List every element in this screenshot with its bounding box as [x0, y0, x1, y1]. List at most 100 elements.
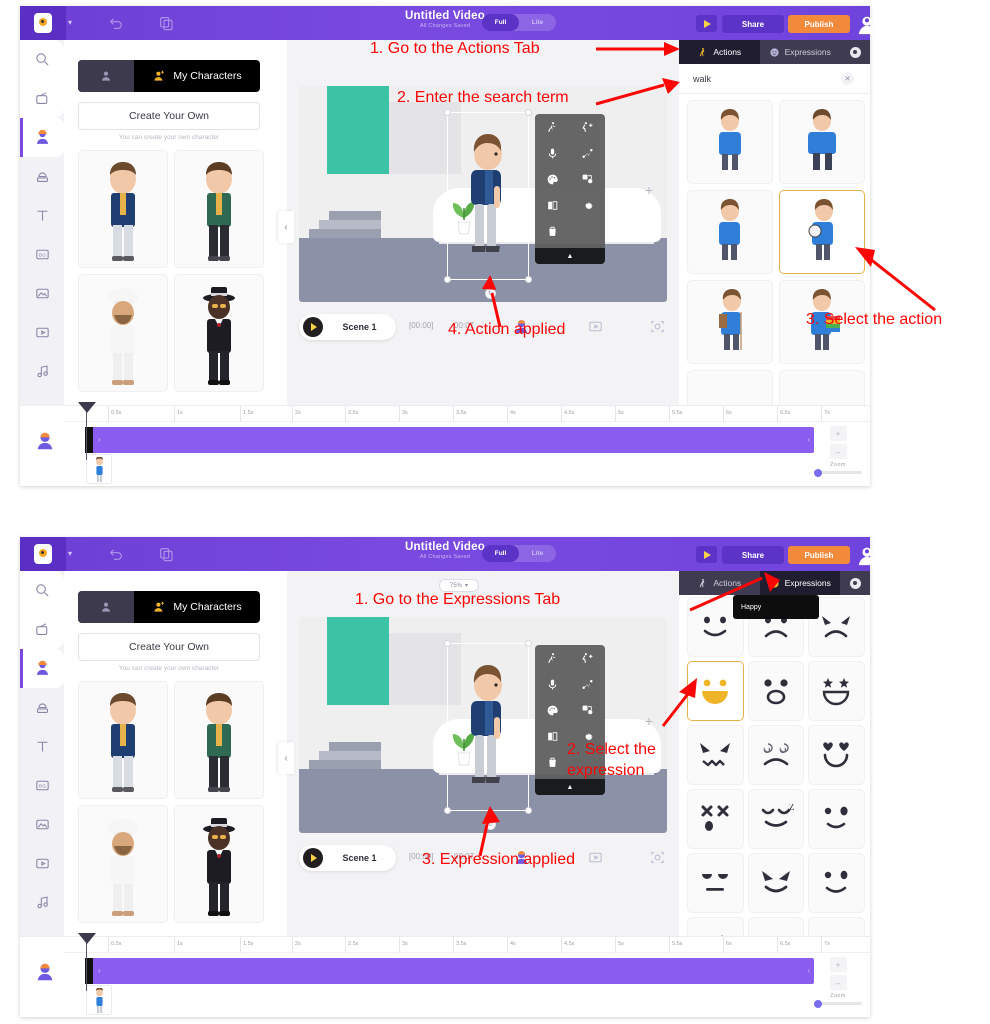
selection-box[interactable]	[444, 109, 532, 283]
sidebar-item-background[interactable]: BG	[20, 235, 64, 274]
duplicate-icon[interactable]	[158, 546, 174, 562]
expression-card-content[interactable]	[808, 853, 865, 913]
sidebar-item-search[interactable]	[20, 571, 64, 610]
publish-button[interactable]: Publish	[788, 15, 850, 33]
color-icon[interactable]	[535, 697, 570, 723]
playhead[interactable]	[74, 402, 100, 460]
zoom-out-button[interactable]: –	[829, 444, 847, 459]
search-input[interactable]: walk	[693, 74, 711, 84]
scene-play-button[interactable]	[303, 848, 323, 868]
timeline-ruler-2[interactable]: 0.5s 1s 1.5s 2s 2.5s 3s 3.5s 4s 4.5s 5s …	[64, 937, 870, 953]
action-search-row[interactable]: walk ✕	[679, 64, 870, 94]
character-card-chef[interactable]	[78, 274, 168, 392]
scene-canvas[interactable]: + ↻ ▲	[299, 86, 667, 302]
undo-icon[interactable]	[108, 15, 124, 31]
sidebar-item-video[interactable]	[20, 844, 64, 883]
resize-handle-tl[interactable]	[444, 109, 451, 116]
chevron-down-icon[interactable]: ▾	[68, 18, 72, 27]
expression-card-evil-grin[interactable]	[747, 853, 804, 913]
all-characters-tab[interactable]	[78, 591, 134, 623]
action-card-hike-backpack[interactable]	[687, 280, 773, 364]
scene-frames-icon[interactable]	[587, 318, 604, 335]
expression-card-neutral[interactable]	[687, 853, 744, 913]
app-logo-2[interactable]	[20, 537, 66, 571]
scene-selector[interactable]: Scene 1	[299, 314, 396, 340]
mode-toggle[interactable]: Full Lite	[482, 14, 556, 31]
track-collapse-handle[interactable]: ‹	[807, 435, 810, 444]
character-context-toolbar[interactable]: ▲	[535, 114, 605, 264]
zoom-in-button[interactable]: +	[829, 426, 847, 441]
color-icon[interactable]	[535, 166, 570, 192]
mode-full[interactable]: Full	[482, 14, 519, 31]
my-characters-tabs-2[interactable]: My Characters	[78, 591, 260, 623]
mode-full[interactable]: Full	[482, 545, 519, 562]
expression-card-star-eyes[interactable]	[808, 661, 865, 721]
expression-card-wink[interactable]	[808, 789, 865, 849]
collapse-toolbar-icon[interactable]: ▲	[535, 779, 605, 795]
collapse-toolbar-icon[interactable]: ▲	[535, 248, 605, 264]
all-characters-tab[interactable]	[78, 60, 134, 92]
flip-icon[interactable]	[535, 192, 570, 218]
track-character-icon[interactable]	[34, 961, 56, 983]
delete-icon[interactable]	[535, 218, 570, 244]
zoom-out-button[interactable]: –	[829, 975, 847, 990]
zoom-slider[interactable]	[814, 468, 862, 477]
zoom-slider-thumb[interactable]	[814, 468, 822, 477]
panel-settings-button[interactable]	[840, 571, 870, 595]
flip-icon[interactable]	[535, 723, 570, 749]
action-card-walk-side-2[interactable]	[687, 190, 773, 274]
add-action-icon[interactable]	[570, 645, 605, 671]
sidebar-item-templates[interactable]	[20, 610, 64, 649]
track-expand-handle[interactable]: ›	[98, 435, 101, 444]
sidebar-item-props[interactable]	[20, 157, 64, 196]
zoom-slider[interactable]	[814, 999, 862, 1008]
resize-handle-bl[interactable]	[444, 807, 451, 814]
swap-icon[interactable]	[570, 166, 605, 192]
focus-icon[interactable]	[649, 849, 666, 866]
expression-card-dizzy[interactable]	[747, 725, 804, 785]
track-clip-thumbnail[interactable]	[86, 454, 112, 484]
add-element-icon[interactable]: +	[645, 713, 653, 729]
undo-icon[interactable]	[108, 546, 124, 562]
mode-lite[interactable]: Lite	[519, 545, 556, 562]
add-element-icon[interactable]: +	[645, 182, 653, 198]
action-card-walk-front[interactable]	[779, 100, 865, 184]
duplicate-icon[interactable]	[158, 15, 174, 31]
my-characters-tabs[interactable]: My Characters	[78, 60, 260, 92]
tab-expressions[interactable]: Expressions	[760, 40, 841, 64]
settings-icon[interactable]	[570, 192, 605, 218]
create-your-own-button[interactable]: Create Your Own	[78, 633, 260, 661]
sidebar-item-music[interactable]	[20, 883, 64, 922]
my-characters-tab[interactable]: My Characters	[134, 591, 260, 623]
character-card-businessman-blue[interactable]	[78, 150, 168, 268]
sidebar-item-templates[interactable]	[20, 79, 64, 118]
action-icon[interactable]	[535, 114, 570, 140]
sidebar-item-video[interactable]	[20, 313, 64, 352]
scene-selector-2[interactable]: Scene 1	[299, 845, 396, 871]
track-character-icon[interactable]	[34, 430, 56, 452]
sidebar-item-text[interactable]	[20, 196, 64, 235]
character-card-gentleman[interactable]	[174, 274, 264, 392]
selection-box-2[interactable]	[444, 640, 532, 814]
action-icon[interactable]	[535, 645, 570, 671]
create-your-own-button[interactable]: Create Your Own	[78, 102, 260, 130]
character-card-businessman-green[interactable]	[174, 681, 264, 799]
delete-icon[interactable]	[535, 749, 570, 775]
sidebar-item-image[interactable]	[20, 805, 64, 844]
action-card-walk-side-1[interactable]	[687, 100, 773, 184]
expression-card-surprised[interactable]	[747, 661, 804, 721]
path-icon[interactable]	[570, 671, 605, 697]
expression-card-dead[interactable]	[687, 789, 744, 849]
collapse-library-button-2[interactable]: ‹	[278, 742, 294, 774]
track-clip-thumbnail[interactable]	[86, 985, 112, 1015]
publish-button[interactable]: Publish	[788, 546, 850, 564]
scene-play-button[interactable]	[303, 317, 323, 337]
preview-play-button-2[interactable]	[696, 546, 717, 563]
mode-lite[interactable]: Lite	[519, 14, 556, 31]
share-button[interactable]: Share	[722, 15, 784, 33]
account-avatar-icon[interactable]	[856, 13, 878, 35]
collapse-library-button[interactable]: ‹	[278, 211, 294, 243]
character-card-businessman-blue[interactable]	[78, 681, 168, 799]
character-card-businessman-green[interactable]	[174, 150, 264, 268]
track-collapse-handle[interactable]: ‹	[807, 966, 810, 975]
